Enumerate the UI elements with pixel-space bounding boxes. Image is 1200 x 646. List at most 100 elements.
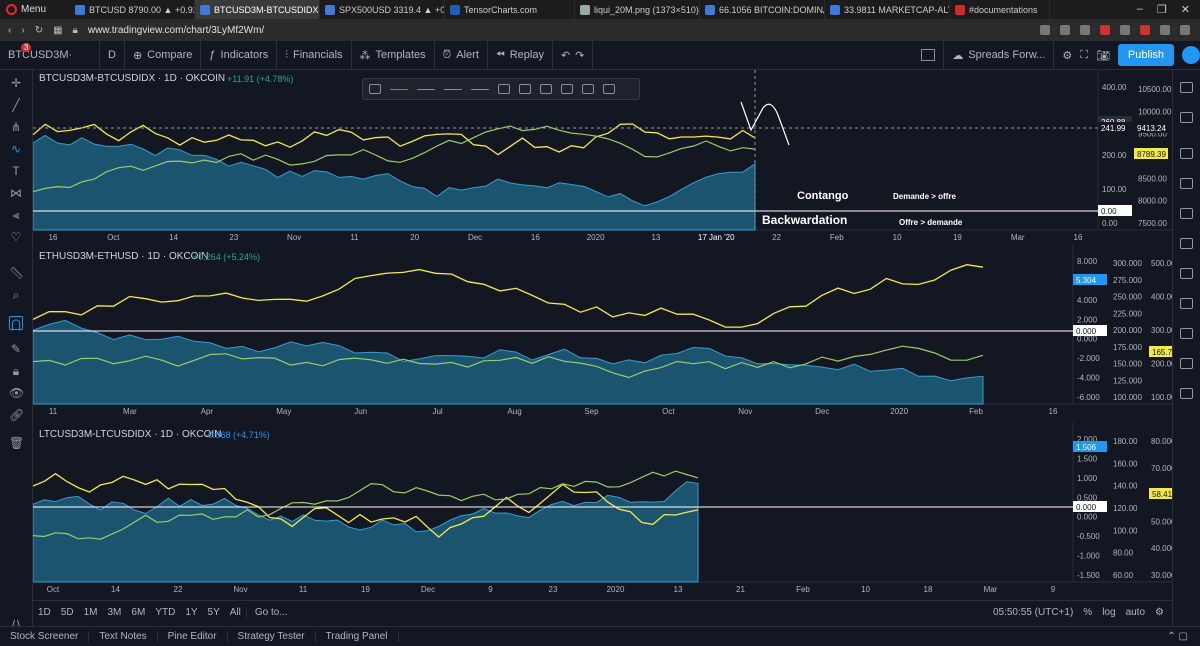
templates-button[interactable]: ⁂ Templates [352, 40, 435, 70]
hide-drawings-icon[interactable]: 👁︎ [9, 386, 24, 400]
pattern-icon[interactable]: ⋈ [9, 186, 23, 200]
browser-tab[interactable]: #documentations [950, 0, 1050, 19]
pitchfork-icon[interactable]: ⋔ [9, 120, 23, 134]
tab-strategy-tester[interactable]: Strategy Tester [228, 631, 316, 642]
prediction-icon[interactable]: ⫷ [9, 208, 23, 222]
cursor-icon[interactable]: ✛ [9, 76, 23, 90]
chart-settings-icon[interactable]: ⚙︎ [1155, 607, 1164, 618]
eye-icon[interactable] [582, 84, 594, 94]
heart-icon[interactable] [1060, 25, 1070, 35]
url-field[interactable]: www.tradingview.com/chart/3LyMf2Wm/ [88, 25, 264, 36]
range-3m[interactable]: 3M [103, 607, 127, 618]
chat-icon[interactable] [1180, 298, 1193, 309]
auto-toggle[interactable]: auto [1126, 607, 1145, 618]
hotlist-icon[interactable] [1180, 178, 1193, 189]
calendar-icon[interactable] [1180, 208, 1193, 219]
range-5y[interactable]: 5Y [203, 607, 225, 618]
layout-name-button[interactable]: ☁︎ Spreads Forw... [943, 40, 1055, 70]
range-1m[interactable]: 1M [79, 607, 103, 618]
browser-tab-active[interactable]: BTCUSD3M-BTCUSDIDX 26 [195, 0, 320, 19]
ideas-icon[interactable] [1180, 238, 1193, 249]
redo-icon[interactable]: ↷ [575, 49, 584, 62]
template-icon[interactable] [369, 84, 381, 94]
browser-tab[interactable]: liqui_20M.png (1373×510) [575, 0, 700, 19]
undo-redo[interactable]: ↶ ↷ [553, 40, 594, 70]
replay-button[interactable]: ⏪︎ Replay [488, 40, 553, 70]
settings-gear-icon[interactable]: ⚙︎ [1062, 49, 1072, 62]
camera-icon[interactable] [1040, 25, 1050, 35]
extension-icon[interactable] [1120, 25, 1130, 35]
back-icon[interactable]: ‹ [8, 25, 11, 36]
settings-icon[interactable] [498, 84, 510, 94]
settings-icon[interactable] [1180, 25, 1190, 35]
trend-line-icon[interactable]: ╱ [9, 98, 23, 112]
range-1y[interactable]: 1Y [180, 607, 202, 618]
adblock-icon[interactable] [1100, 25, 1110, 35]
alerts-icon[interactable] [1180, 112, 1193, 123]
browser-tab[interactable]: 33.9811 MARKETCAP-ALTC [825, 0, 950, 19]
order-panel-icon[interactable] [1180, 358, 1193, 369]
log-toggle[interactable]: log [1102, 607, 1115, 618]
data-window-icon[interactable] [1180, 148, 1193, 159]
tab-pine-editor[interactable]: Pine Editor [158, 631, 228, 642]
browser-tab[interactable]: SPX500USD 3319.4 ▲ +0.0 [320, 0, 445, 19]
link-icon[interactable]: 🔗︎ [9, 408, 24, 422]
range-all[interactable]: All [225, 607, 246, 618]
line-style-icon[interactable] [444, 88, 462, 90]
compare-button[interactable]: ⊕ Compare [125, 40, 202, 70]
range-1d[interactable]: 1D [33, 607, 56, 618]
reload-icon[interactable]: ↻ [35, 25, 43, 36]
extension-red-icon[interactable] [1140, 25, 1150, 35]
range-5d[interactable]: 5D [56, 607, 79, 618]
magnet-icon[interactable]: ⋂ [9, 316, 23, 331]
clone-icon[interactable] [540, 84, 552, 94]
streams-icon[interactable] [1180, 268, 1193, 279]
arrow-style-icon[interactable] [471, 88, 489, 90]
delete-icon[interactable] [603, 84, 615, 94]
lock-icon[interactable] [561, 84, 573, 94]
live-stream-icon[interactable] [1182, 46, 1200, 64]
range-6m[interactable]: 6M [126, 607, 150, 618]
visibility-icon[interactable] [519, 84, 531, 94]
speed-dial-icon[interactable]: ▦ [53, 25, 62, 36]
alert-button[interactable]: ⏰︎ Alert [435, 40, 488, 70]
browser-tab[interactable]: BTCUSD 8790.00 ▲ +0.92% [70, 0, 195, 19]
interval-button[interactable]: D [100, 40, 125, 70]
tab-stock-screener[interactable]: Stock Screener [0, 631, 90, 642]
watchlist-icon[interactable] [1180, 82, 1193, 93]
notifications-icon[interactable] [1180, 328, 1193, 339]
dom-icon[interactable] [1180, 388, 1193, 399]
symbol-search-button[interactable]: BTCUSD3M· 3 [0, 40, 100, 70]
snapshot-icon[interactable]: 📷︎ [1096, 49, 1110, 62]
download-icon[interactable] [1080, 25, 1090, 35]
user-icon[interactable] [1160, 25, 1170, 35]
brush-icon[interactable]: ∿ [9, 142, 23, 156]
chart-area[interactable]: 400.00300.00200.00100.000.0010500.001000… [33, 70, 1172, 600]
forward-icon[interactable]: › [21, 25, 24, 36]
maximize-icon[interactable]: ❐ [1157, 3, 1167, 16]
undo-icon[interactable]: ↶ [561, 49, 570, 62]
minimize-icon[interactable]: – [1137, 3, 1143, 16]
percent-toggle[interactable]: % [1083, 607, 1092, 618]
tab-trading-panel[interactable]: Trading Panel [316, 631, 399, 642]
trash-icon[interactable]: 🗑︎ [9, 436, 24, 450]
text-icon[interactable]: T [9, 164, 23, 178]
lock-drawings-icon[interactable]: 🔒︎ [9, 364, 23, 378]
maximize-panel-icon[interactable]: ⌃ ▢ [1167, 631, 1200, 642]
browser-menu-button[interactable]: Menu [0, 0, 70, 19]
line-width-icon[interactable] [417, 88, 435, 90]
browser-tab[interactable]: TensorCharts.com [445, 0, 575, 19]
close-icon[interactable]: ✕ [1181, 3, 1190, 16]
line-color-icon[interactable] [390, 88, 408, 90]
icons-icon[interactable]: ♡ [9, 230, 23, 244]
publish-button[interactable]: Publish [1117, 44, 1174, 66]
financials-button[interactable]: ⫶ Financials [277, 40, 352, 70]
goto-button[interactable]: Go to... [245, 607, 293, 618]
tab-text-notes[interactable]: Text Notes [89, 631, 158, 642]
drawing-mode-icon[interactable]: ✎ [9, 342, 23, 356]
clock-label[interactable]: 05:50:55 (UTC+1) [993, 607, 1073, 618]
browser-tab[interactable]: 66.1056 BITCOIN:DOMINAN [700, 0, 825, 19]
range-ytd[interactable]: YTD [150, 607, 180, 618]
indicators-button[interactable]: ƒ Indicators [201, 40, 278, 70]
zoom-icon[interactable]: ⌕ [9, 288, 23, 302]
